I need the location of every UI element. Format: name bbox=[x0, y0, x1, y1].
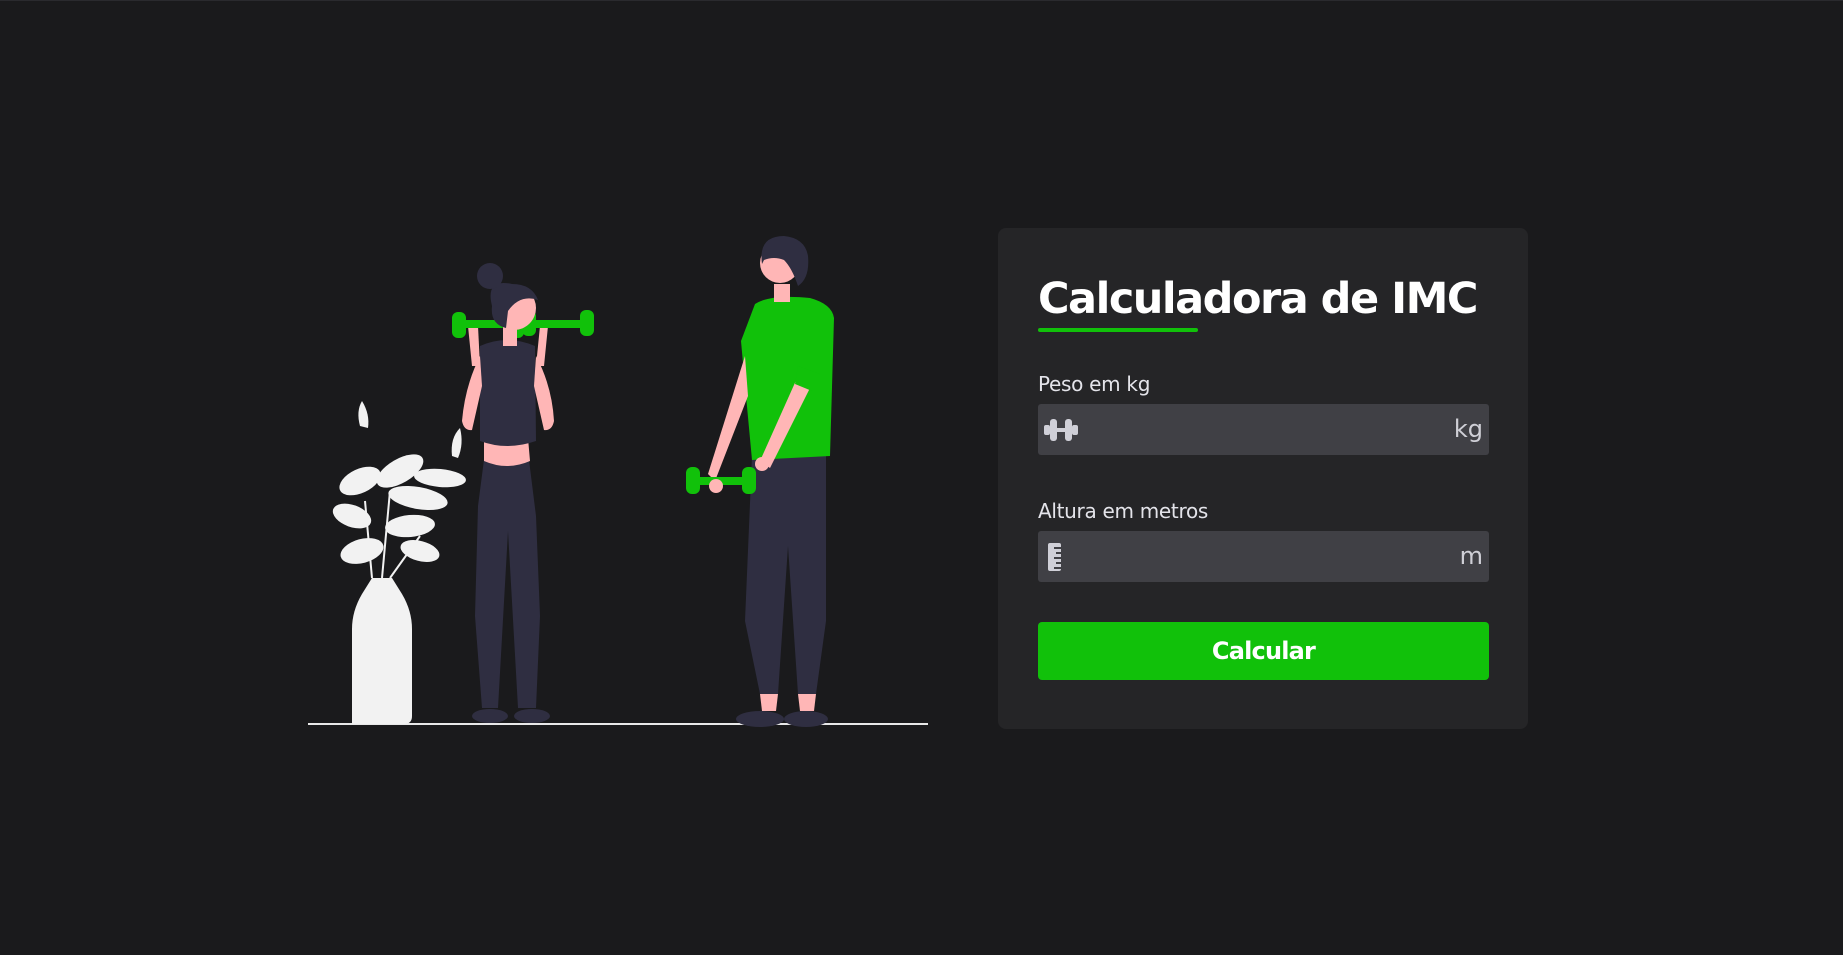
height-input-box: m bbox=[1038, 531, 1489, 582]
dumbbell-icon bbox=[1044, 419, 1078, 441]
woman-figure bbox=[452, 263, 594, 723]
calculate-button[interactable]: Calcular bbox=[1038, 622, 1489, 680]
weight-label: Peso em kg bbox=[1038, 372, 1151, 396]
height-unit: m bbox=[1459, 542, 1483, 570]
man-figure bbox=[686, 236, 834, 727]
page-title: Calculadora de IMC bbox=[1038, 274, 1478, 324]
ruler-icon bbox=[1048, 543, 1061, 571]
weight-input-box: kg bbox=[1038, 404, 1489, 455]
page: Calculadora de IMC Peso em kg kg Altura … bbox=[0, 0, 1843, 955]
fitness-illustration bbox=[308, 236, 928, 727]
height-input[interactable] bbox=[1082, 531, 1422, 582]
weight-unit: kg bbox=[1453, 415, 1483, 443]
plant bbox=[332, 401, 466, 724]
weight-input[interactable] bbox=[1082, 404, 1422, 455]
height-label: Altura em metros bbox=[1038, 499, 1209, 523]
title-underline bbox=[1038, 328, 1198, 332]
bmi-calculator-card: Calculadora de IMC Peso em kg kg Altura … bbox=[998, 228, 1528, 729]
